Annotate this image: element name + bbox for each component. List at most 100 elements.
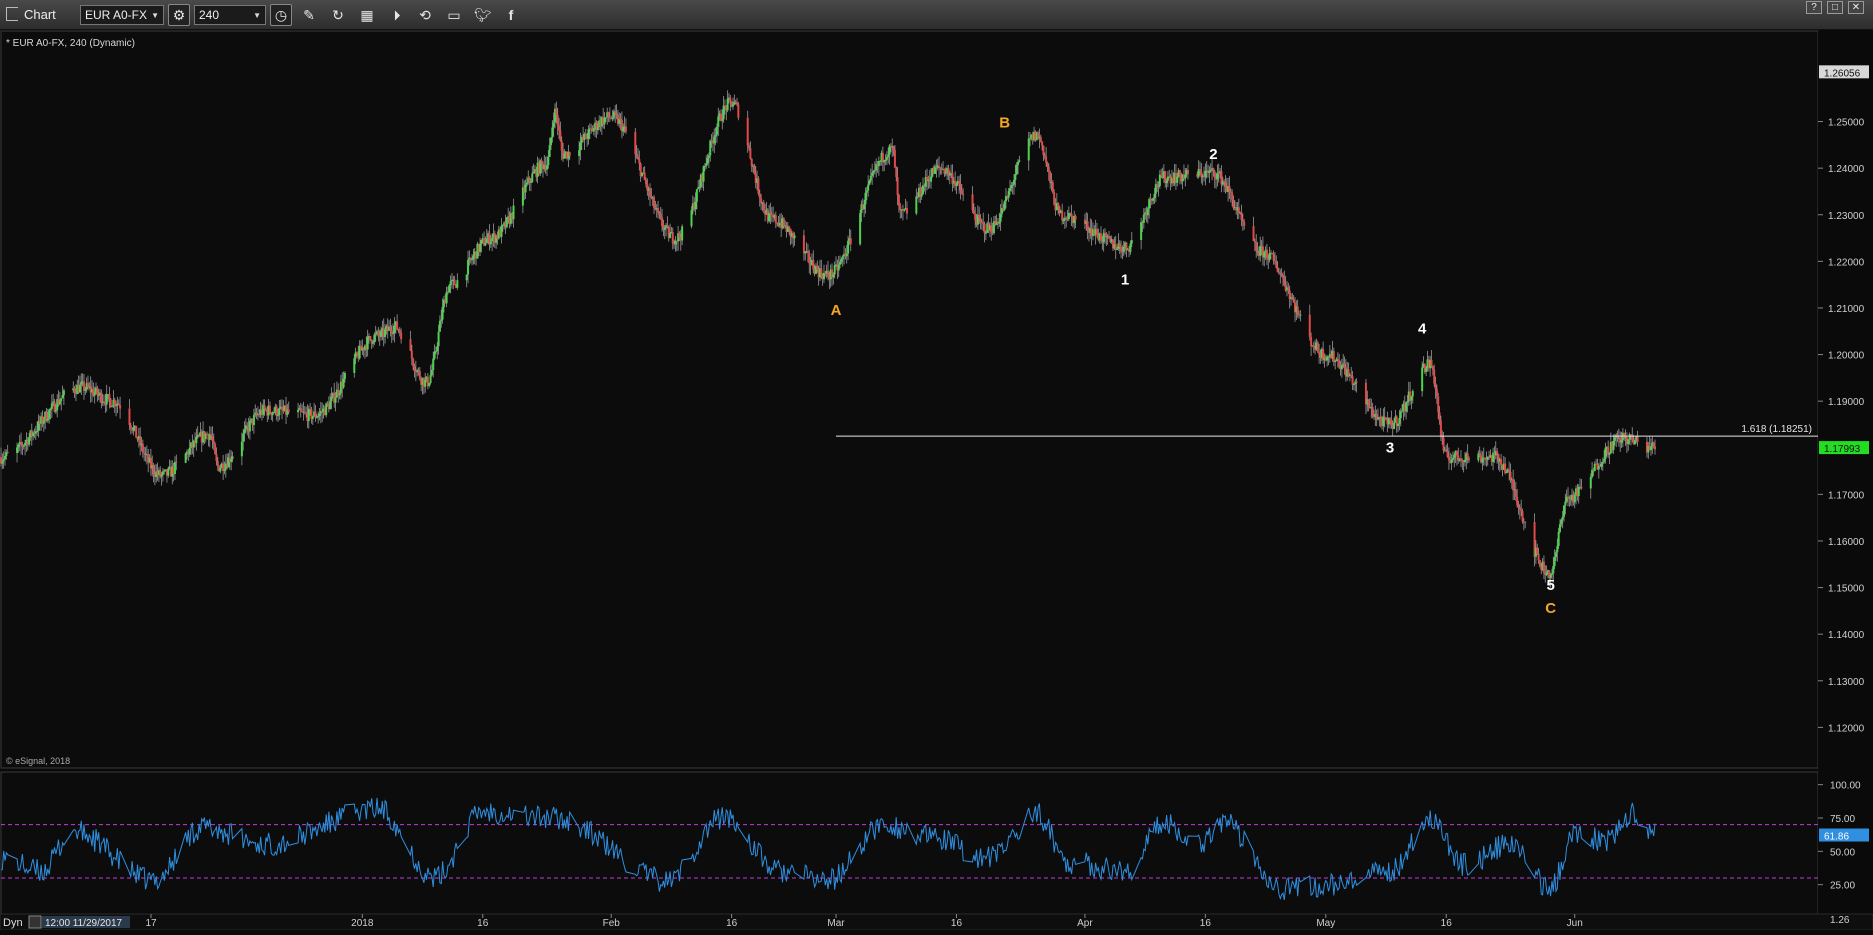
candle-body bbox=[549, 137, 552, 146]
candle-body bbox=[1564, 501, 1567, 506]
play-icon[interactable]: ⏵ bbox=[386, 4, 408, 26]
refresh-icon[interactable]: ↻ bbox=[327, 4, 349, 26]
candle-body bbox=[603, 117, 606, 125]
candle-body bbox=[317, 415, 320, 418]
twitter-icon[interactable]: 🐦︎ bbox=[472, 4, 494, 26]
candle-body bbox=[1149, 199, 1152, 201]
settings-gear-icon[interactable]: ⚙ bbox=[168, 4, 190, 26]
candle-body bbox=[1542, 561, 1545, 573]
mode-label[interactable]: Dyn bbox=[3, 917, 23, 929]
candle-body bbox=[808, 253, 811, 264]
close-button[interactable]: ✕ bbox=[1848, 1, 1864, 14]
candle-body bbox=[1224, 182, 1227, 187]
pencil-icon[interactable]: ✎ bbox=[298, 4, 320, 26]
candle-body bbox=[1008, 188, 1011, 192]
candle-body bbox=[93, 392, 96, 396]
candle-body bbox=[484, 243, 487, 246]
lock-icon[interactable] bbox=[28, 915, 42, 929]
candle-body bbox=[1351, 376, 1354, 385]
candle-body bbox=[1612, 440, 1615, 450]
candle-body bbox=[1554, 552, 1557, 558]
candle-body bbox=[1601, 461, 1604, 464]
candle-body bbox=[465, 274, 468, 281]
candle-body bbox=[1148, 199, 1151, 209]
candle-body bbox=[53, 401, 56, 412]
candle-body bbox=[1509, 471, 1512, 480]
candle-body bbox=[1516, 496, 1519, 506]
candle-body bbox=[1122, 246, 1125, 252]
candle-body bbox=[1350, 375, 1353, 377]
candle-body bbox=[638, 159, 641, 164]
symbol-dropdown-icon[interactable]: ▼ bbox=[151, 9, 159, 23]
candle-body bbox=[1589, 477, 1592, 489]
symbol-input[interactable]: EUR A0-FX ▼ bbox=[80, 5, 164, 25]
candle-body bbox=[143, 452, 146, 454]
interval-input[interactable]: 240 ▼ bbox=[194, 5, 266, 25]
candle-body bbox=[373, 334, 376, 343]
candle-body bbox=[398, 330, 401, 333]
candle-body bbox=[1347, 369, 1350, 376]
candle-body bbox=[1308, 314, 1311, 337]
candle-body bbox=[410, 350, 413, 359]
candle-body bbox=[1130, 240, 1133, 244]
candle-body bbox=[596, 126, 599, 131]
indicator-axis bbox=[1818, 772, 1873, 920]
candle-body bbox=[827, 270, 829, 277]
candle-body bbox=[167, 468, 170, 476]
candle-body bbox=[887, 154, 890, 158]
candle-body bbox=[944, 171, 947, 174]
candle-body bbox=[659, 214, 662, 218]
help-button[interactable]: ? bbox=[1806, 1, 1822, 14]
candle-body bbox=[1121, 251, 1124, 253]
candle-body bbox=[1102, 232, 1105, 243]
candle-body bbox=[560, 140, 563, 151]
replay-icon[interactable]: ⟲ bbox=[414, 4, 436, 26]
candle-body bbox=[467, 259, 470, 275]
candle-body bbox=[971, 194, 974, 211]
clock-icon[interactable]: ◷ bbox=[270, 4, 292, 26]
candle-body bbox=[1376, 417, 1379, 420]
candle-body bbox=[1041, 141, 1044, 146]
candle-body bbox=[1545, 572, 1548, 575]
wave-label-3: 3 bbox=[1386, 439, 1394, 456]
candle-body bbox=[231, 456, 234, 460]
candle-body bbox=[568, 152, 571, 157]
interval-dropdown-icon[interactable]: ▼ bbox=[253, 9, 261, 23]
candle-body bbox=[1393, 422, 1396, 429]
candle-body bbox=[343, 372, 346, 379]
candle-body bbox=[1453, 454, 1456, 458]
maximize-button[interactable]: □ bbox=[1827, 1, 1843, 14]
candle-body bbox=[1433, 369, 1436, 384]
candle-body bbox=[17, 444, 20, 448]
candle-body bbox=[374, 333, 377, 335]
candle-body bbox=[1212, 168, 1215, 172]
candle-body bbox=[501, 224, 504, 226]
candle-body bbox=[1051, 182, 1054, 193]
candle-body bbox=[1401, 410, 1404, 412]
candle-body bbox=[1577, 486, 1580, 497]
candle-body bbox=[1140, 221, 1143, 241]
candle-body bbox=[1620, 439, 1623, 443]
candle-body bbox=[555, 108, 558, 115]
candle-body bbox=[547, 156, 550, 166]
facebook-icon[interactable]: f bbox=[500, 4, 522, 26]
candle-body bbox=[441, 306, 444, 320]
candle-body bbox=[1437, 396, 1440, 413]
last-price-label: 1.17993 bbox=[1824, 444, 1861, 455]
indicator-panel bbox=[0, 771, 1819, 921]
candle-body bbox=[1558, 524, 1561, 532]
calendar-icon[interactable]: ▦ bbox=[356, 4, 378, 26]
comment-icon[interactable]: ▭ bbox=[443, 4, 465, 26]
candle-body bbox=[113, 399, 116, 407]
candle-body bbox=[314, 411, 317, 418]
candle-body bbox=[355, 352, 358, 355]
candle-body bbox=[619, 118, 622, 121]
candle-body bbox=[1014, 174, 1017, 180]
candle-body bbox=[714, 134, 717, 137]
candle-body bbox=[325, 403, 328, 416]
indicator-tick-label: 100.00 bbox=[1830, 781, 1861, 792]
wave-label-b: B bbox=[999, 115, 1010, 132]
candle-body bbox=[1027, 138, 1030, 161]
candle-body bbox=[1061, 210, 1064, 221]
candle-body bbox=[1352, 383, 1355, 385]
